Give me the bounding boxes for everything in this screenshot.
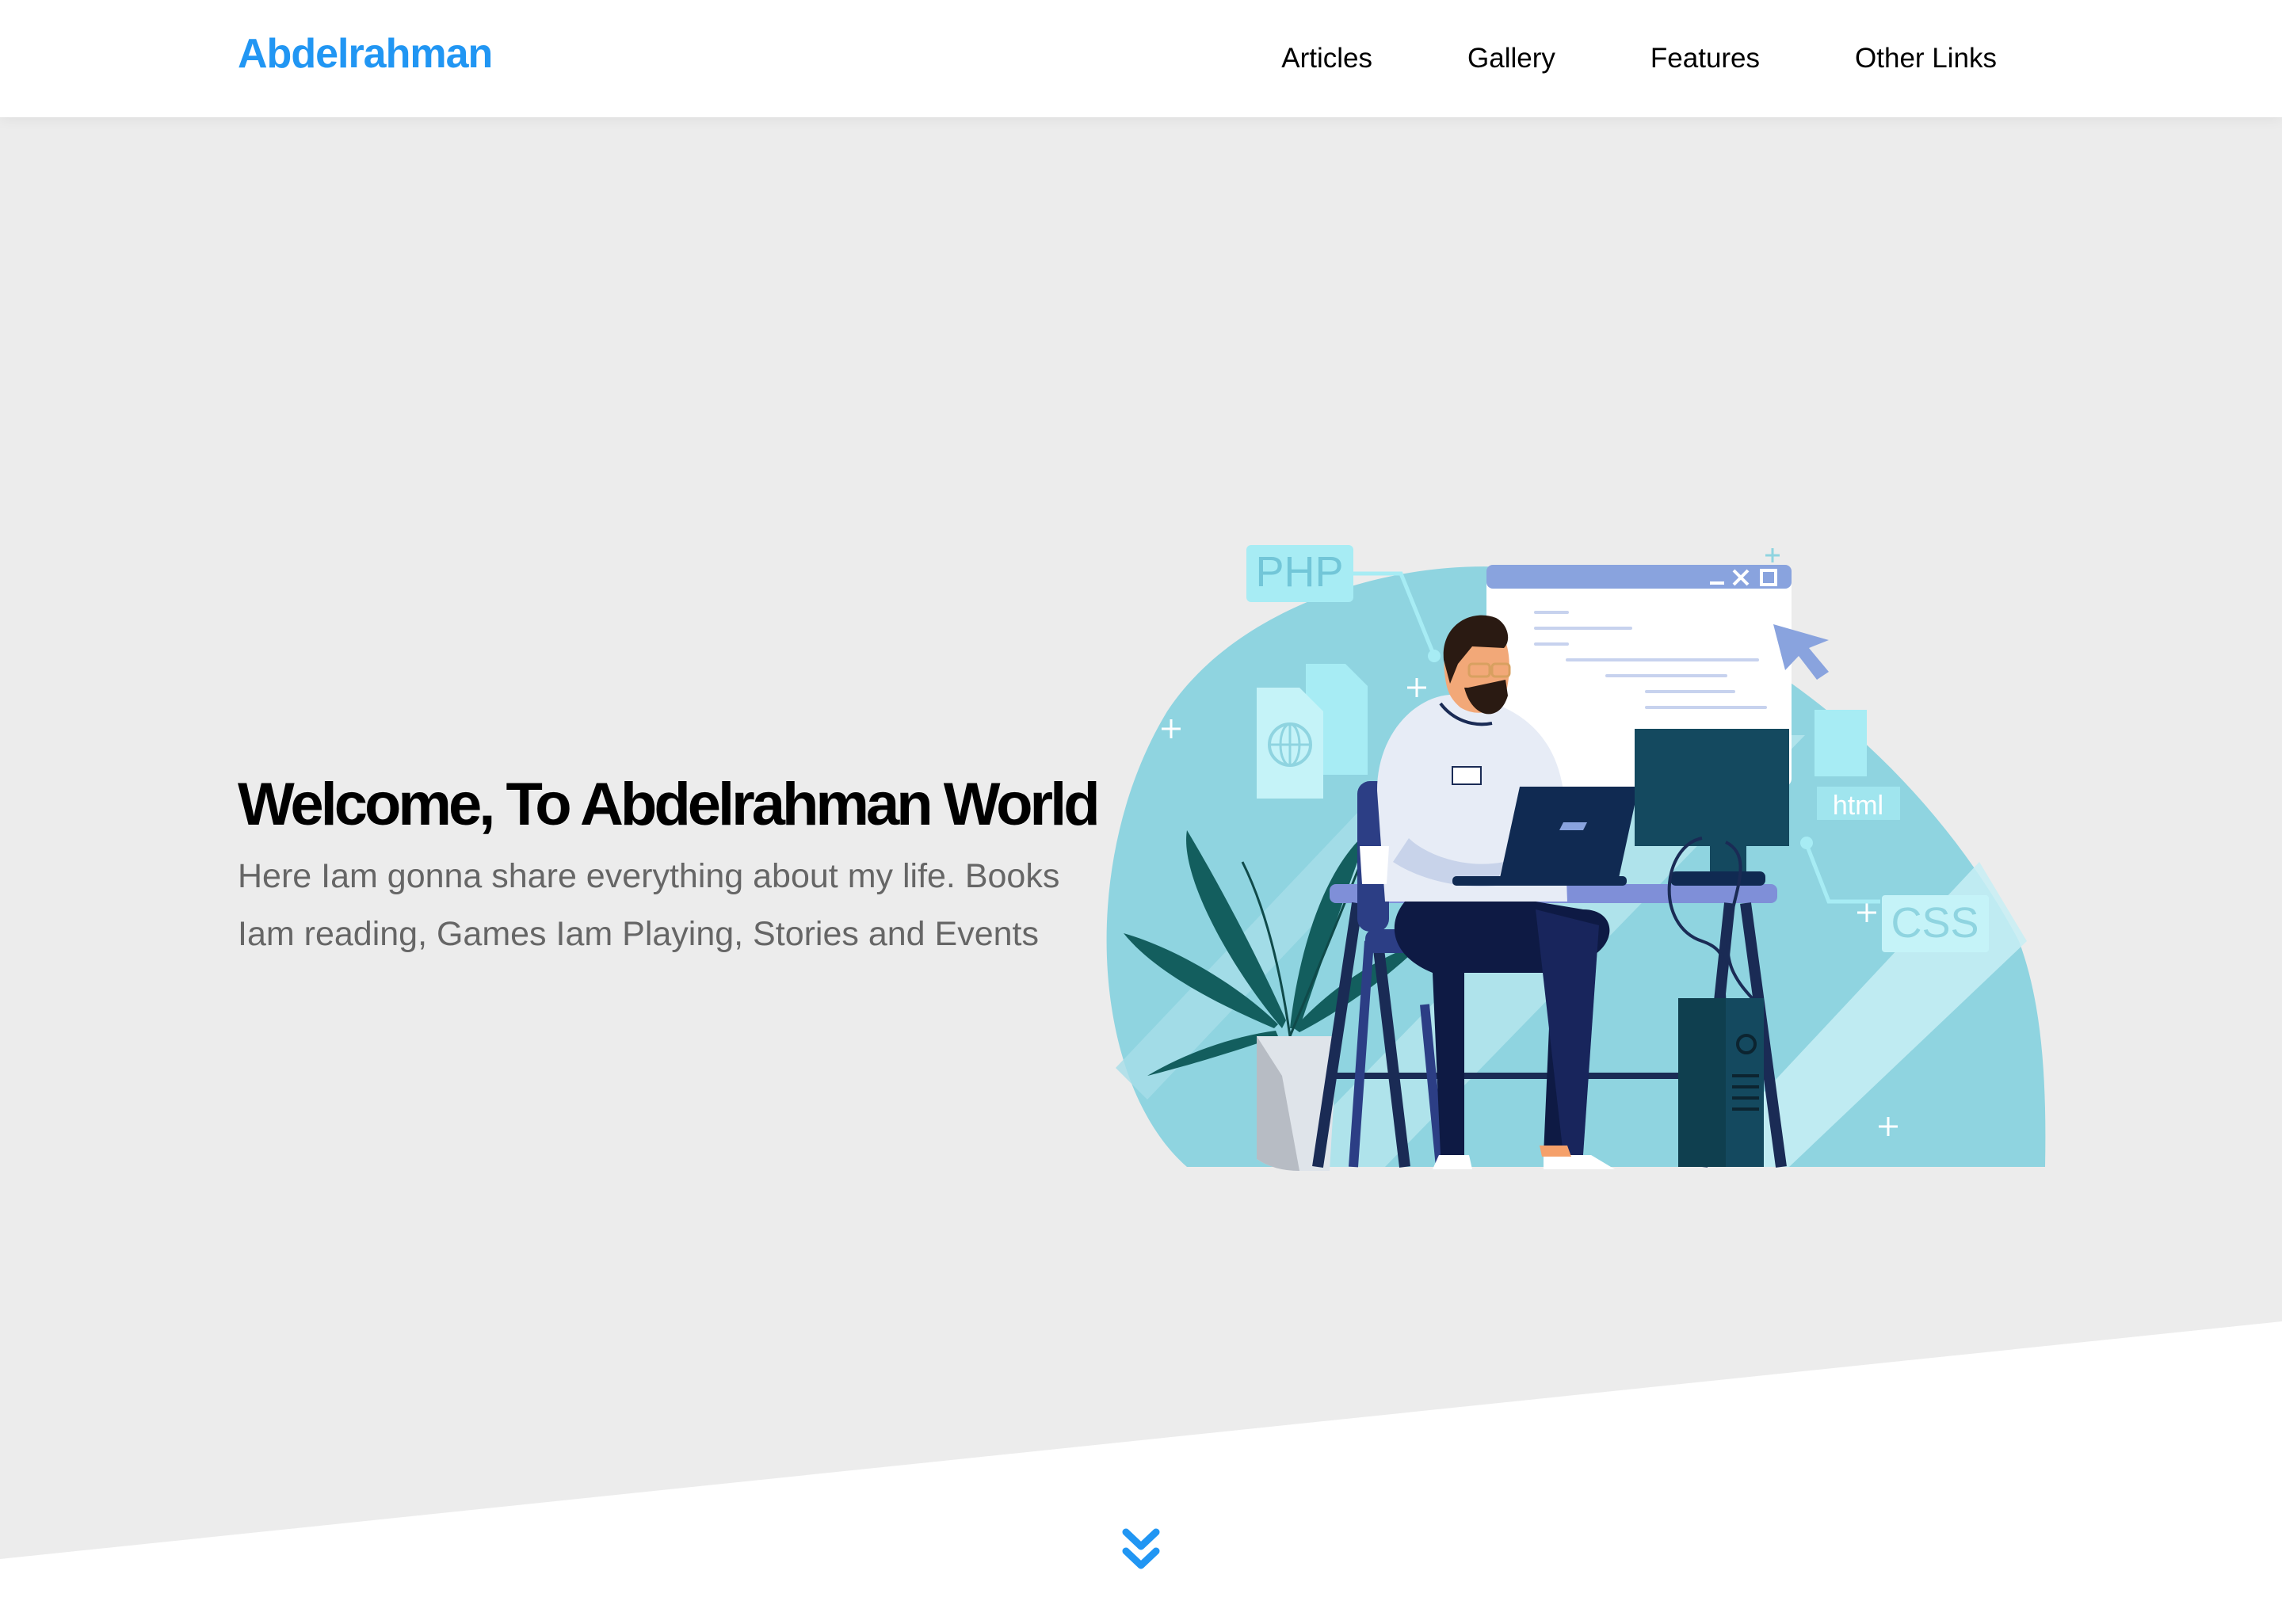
sparkle-icon — [1765, 548, 1780, 562]
nav-link-gallery[interactable]: Gallery — [1467, 43, 1555, 74]
page: Abdelrahman Articles Gallery Features Ot… — [0, 0, 2282, 1624]
developer-at-desk-illustration: PHP html CSS — [1106, 545, 2046, 1171]
hero-section: Welcome, To Abdelrahman World Here Iam g… — [0, 117, 2282, 1559]
css-label: CSS — [1891, 899, 1979, 947]
php-label: PHP — [1255, 548, 1343, 596]
hero-illustration: PHP html CSS — [1092, 529, 2051, 1171]
site-logo[interactable]: Abdelrahman — [238, 30, 493, 78]
hero-title: Welcome, To Abdelrahman World — [238, 771, 1101, 838]
scroll-down-button[interactable] — [1121, 1527, 1161, 1572]
html-label: html — [1833, 791, 1883, 821]
nav-link-articles[interactable]: Articles — [1281, 43, 1372, 74]
mug-icon — [1360, 846, 1389, 884]
hero-text: Welcome, To Abdelrahman World Here Iam g… — [238, 765, 1101, 963]
double-chevron-down-icon — [1122, 1528, 1160, 1569]
site-header: Abdelrahman Articles Gallery Features Ot… — [0, 0, 2282, 117]
nav-link-other-links[interactable]: Other Links — [1855, 43, 1997, 74]
main-nav: Articles Gallery Features Other Links — [1281, 0, 1997, 117]
pc-tower-illustration — [1678, 998, 1764, 1167]
badge-icon — [1452, 766, 1482, 785]
hero-description: Here Iam gonna share everything about my… — [238, 857, 1060, 953]
nav-link-features[interactable]: Features — [1650, 43, 1760, 74]
